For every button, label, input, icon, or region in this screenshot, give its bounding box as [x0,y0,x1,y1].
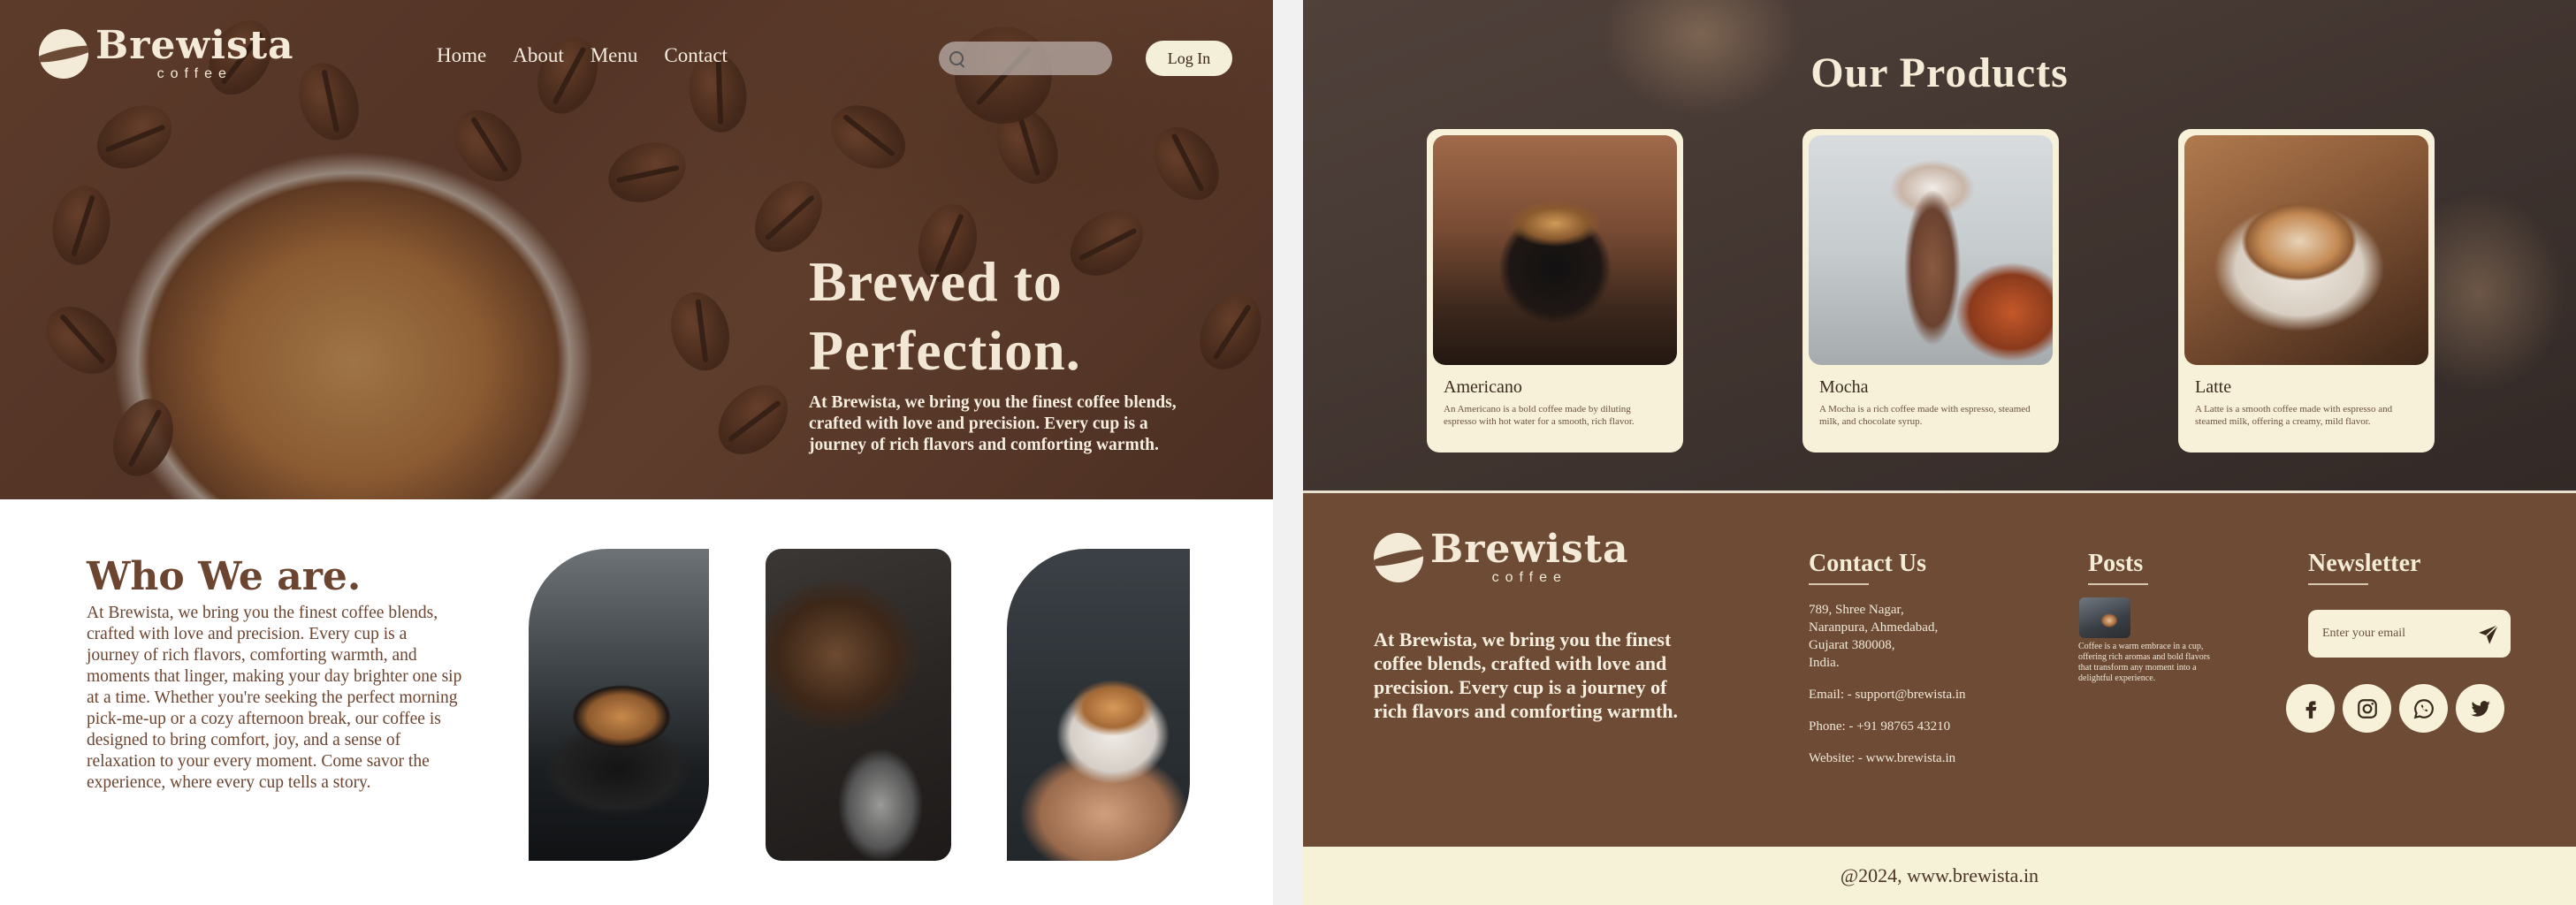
send-icon[interactable] [2477,623,2500,646]
product-card-mocha[interactable]: Mocha A Mocha is a rich coffee made with… [1802,129,2059,452]
hero-title: Brewed to Perfection. [809,247,1081,385]
address-line: Naranpura, Ahmedabad, [1809,620,1939,635]
twitter-icon[interactable] [2456,684,2504,733]
logo-bean-icon [39,29,88,79]
latte-image [2184,135,2428,365]
contact-details: 789, Shree Nagar, Naranpura, Ahmedabad, … [1809,601,1966,767]
product-card-latte[interactable]: Latte A Latte is a smooth coffee made wi… [2178,129,2435,452]
copyright-bar: @2024, www.brewista.in [1303,847,2576,905]
logo-word: Brewista [95,23,294,68]
pouring-latte-photo [1007,549,1190,861]
coffee-beans-portafilter-photo [766,549,951,861]
product-name: Americano [1444,377,1522,397]
instagram-icon[interactable] [2343,684,2391,733]
post-excerpt[interactable]: Coffee is a warm embrace in a cup, offer… [2078,642,2220,684]
search-bar [939,42,1112,75]
contact-website[interactable]: Website: - www.brewista.in [1809,749,1966,767]
address-line: India. [1809,656,1840,670]
nav-home[interactable]: Home [437,44,486,67]
footer-description: At Brewista, we bring you the finest cof… [1374,628,1679,722]
whatsapp-icon[interactable] [2399,684,2448,733]
nav-menu[interactable]: Menu [591,44,638,67]
products-title: Our Products [1810,49,2069,96]
hero-title-line-1: Brewed to [809,250,1063,313]
contact-phone[interactable]: Phone: - +91 98765 43210 [1809,718,1966,735]
latte-art-photo [529,549,709,861]
address-line: 789, Shree Nagar, [1809,603,1904,617]
contact-heading: Contact Us [1809,550,1926,585]
page: Brewista coffee Home About Menu Contact … [0,0,2576,905]
about-title: Who We are. [87,554,362,599]
product-description: A Mocha is a rich coffee made with espre… [1819,404,2031,427]
footer: Brewista coffee At Brewista, we bring yo… [1303,493,2576,847]
main-nav: Home About Menu Contact [437,44,728,67]
hero-title-line-2: Perfection. [809,319,1081,382]
facebook-icon[interactable] [2286,684,2335,733]
product-description: A Latte is a smooth coffee made with esp… [2195,404,2393,427]
product-name: Mocha [1819,377,1869,397]
products-section: Our Products Americano An Americano is a… [1303,0,2576,491]
newsletter-heading: Newsletter [2308,550,2420,585]
nav-about[interactable]: About [513,44,564,67]
nav-contact[interactable]: Contact [664,44,728,67]
logo-bean-icon [1374,533,1423,582]
logo-subtitle: coffee [1491,570,1567,585]
product-card-americano[interactable]: Americano An Americano is a bold coffee … [1427,129,1683,452]
search-input[interactable] [971,51,1103,65]
brand-logo[interactable]: Brewista coffee [39,27,294,81]
login-button[interactable]: Log In [1146,41,1232,76]
address-line: Gujarat 380008, [1809,638,1895,652]
logo-subtitle: coffee [156,66,232,81]
hero-description: At Brewista, we bring you the finest cof… [809,393,1177,454]
about-description: At Brewista, we bring you the finest cof… [87,604,462,792]
contact-email[interactable]: Email: - support@brewista.in [1809,686,1966,703]
footer-logo[interactable]: Brewista coffee [1374,530,1629,585]
logo-word: Brewista [1430,527,1629,572]
product-name: Latte [2195,377,2232,397]
product-description: An Americano is a bold coffee made by di… [1444,404,1635,427]
post-thumbnail[interactable] [2079,597,2130,638]
about-section: Who We are. At Brewista, we bring you th… [0,499,1273,905]
americano-image [1433,135,1677,365]
newsletter-email-field[interactable]: Enter your email [2308,610,2511,658]
mocha-image [1809,135,2053,365]
newsletter-placeholder: Enter your email [2322,627,2406,640]
search-icon[interactable] [949,51,964,65]
posts-heading: Posts [2088,550,2148,585]
hero-section: Brewista coffee Home About Menu Contact … [0,0,1273,499]
copyright-text: @2024, www.brewista.in [1840,864,2039,886]
social-links [2286,684,2504,733]
